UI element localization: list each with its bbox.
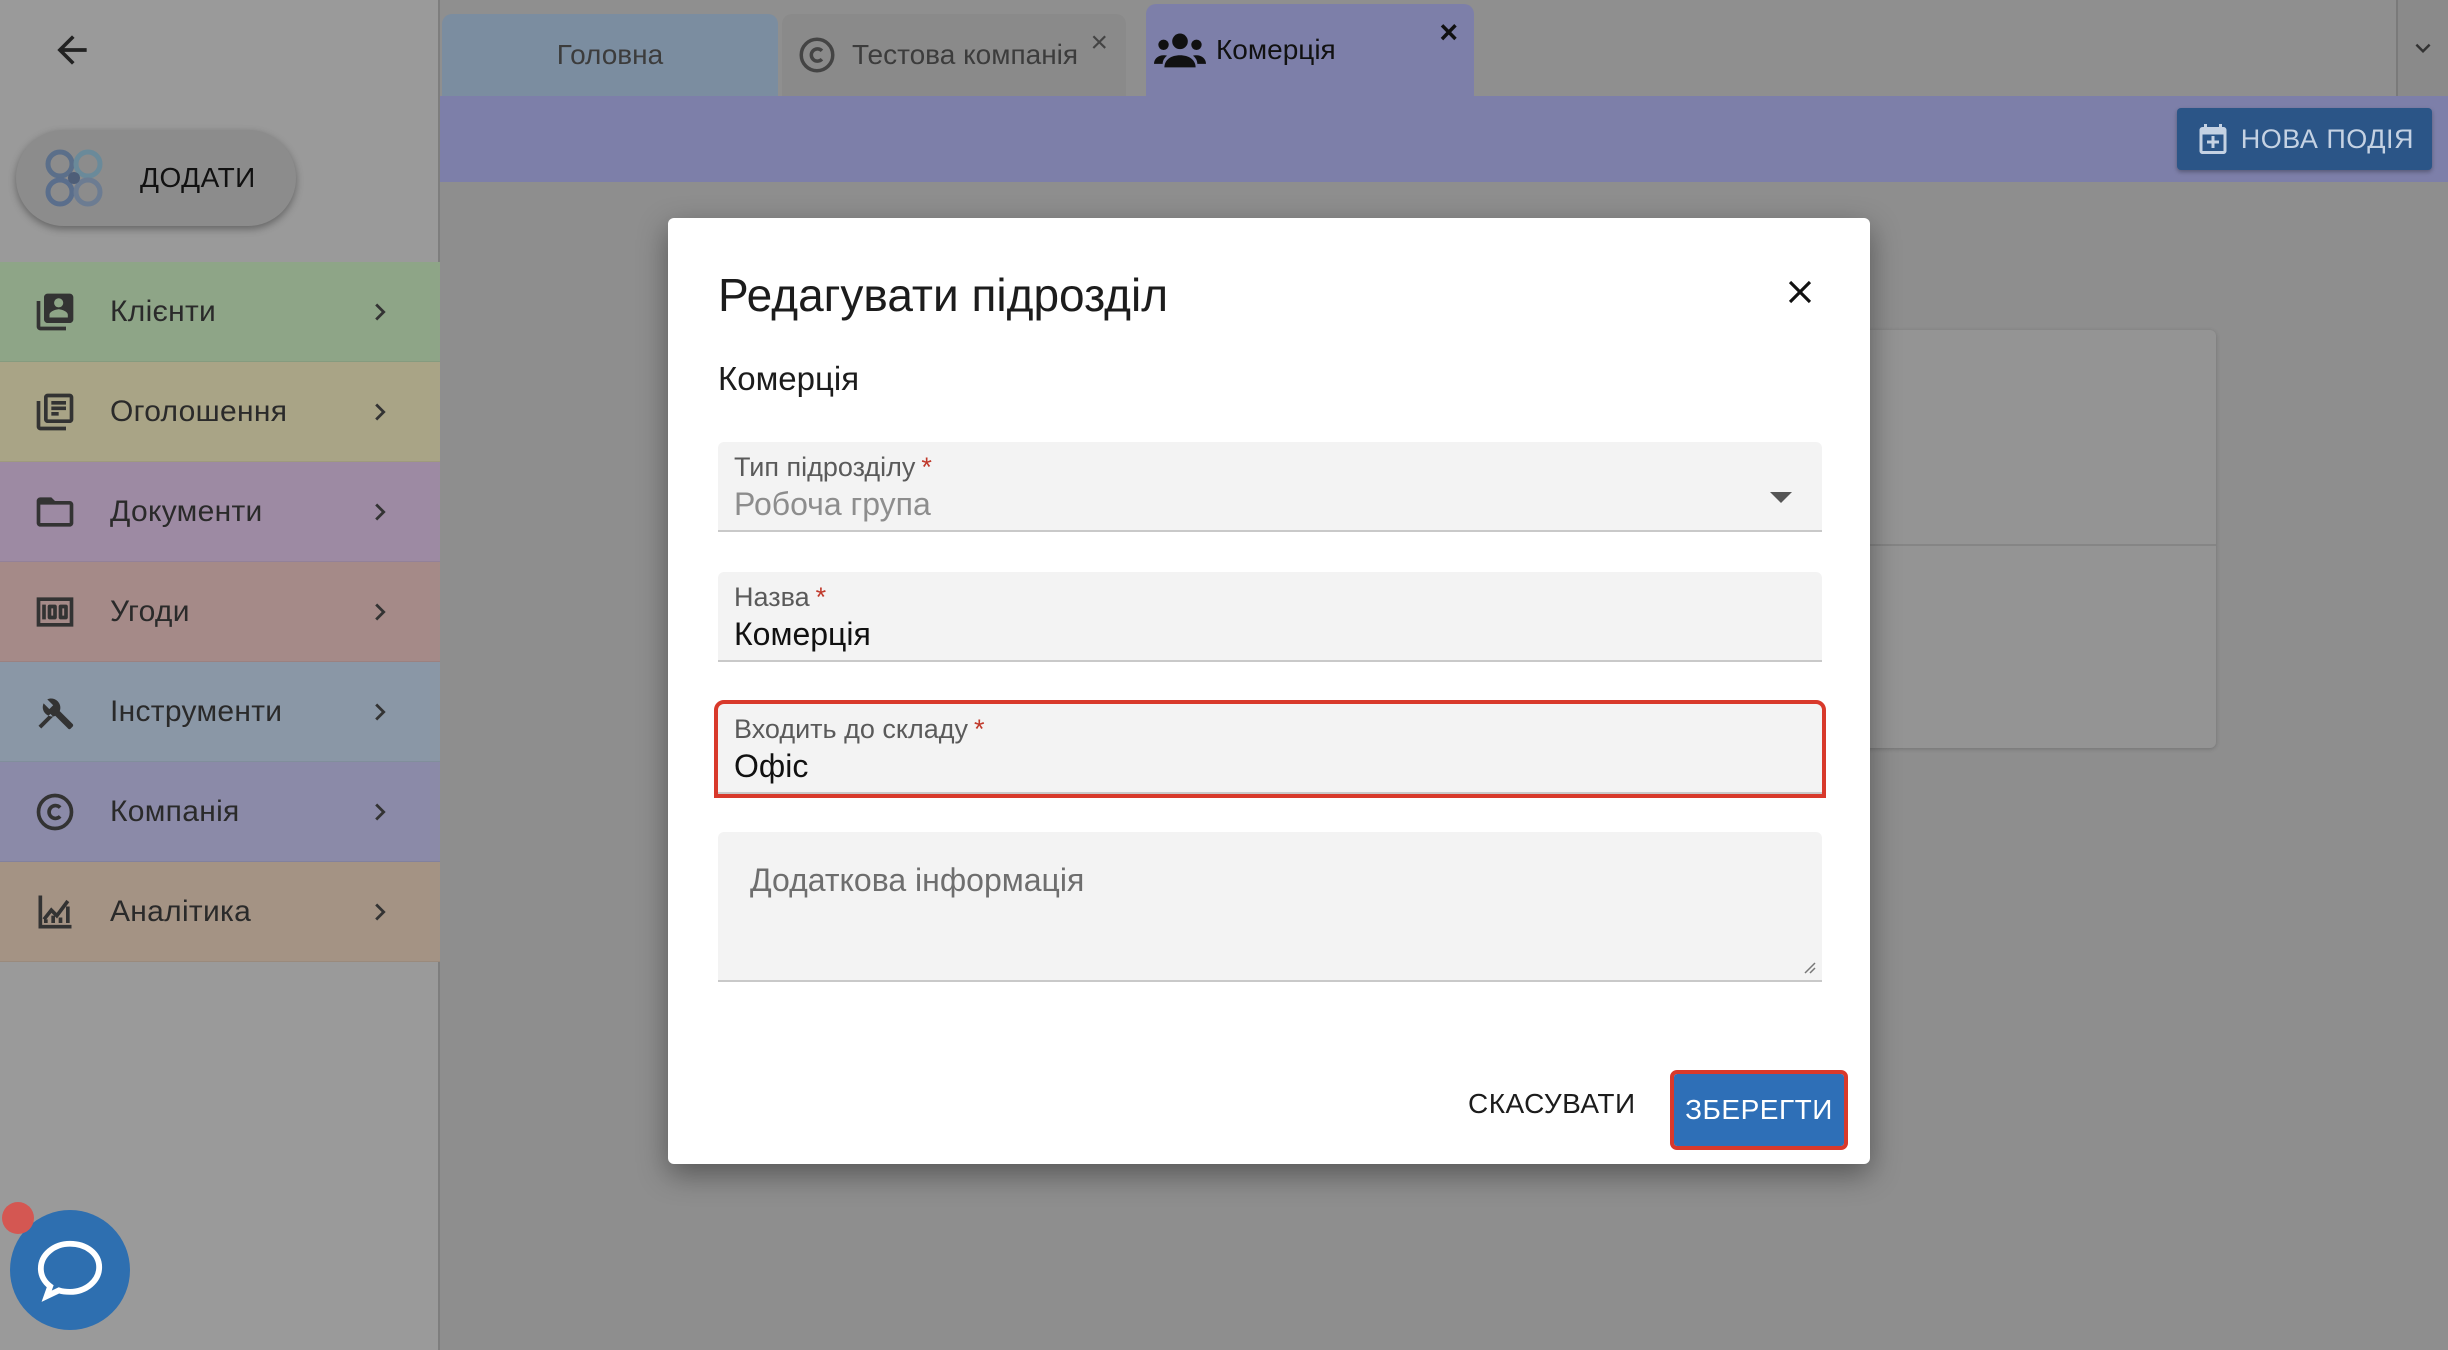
- back-button[interactable]: [44, 22, 100, 78]
- sidebar-item-label: Аналітика: [110, 894, 252, 928]
- field-label: Назва *: [734, 582, 827, 612]
- tab-test-company[interactable]: Тестова компанія ×: [782, 14, 1126, 96]
- tab-label: Комерція: [1216, 34, 1336, 65]
- app-logo-icon: [45, 149, 103, 207]
- divider: [1868, 544, 2216, 546]
- new-event-label: НОВА ПОДІЯ: [2240, 123, 2414, 154]
- cancel-button[interactable]: СКАСУВАТИ: [1468, 1080, 1636, 1128]
- additional-info-textarea[interactable]: Додаткова інформація: [718, 832, 1822, 982]
- tab-close-button[interactable]: ×: [1439, 14, 1458, 51]
- chevron-right-icon: [360, 692, 400, 732]
- sidebar-item-deals[interactable]: Угоди: [0, 562, 440, 662]
- close-icon: [1788, 280, 1812, 304]
- sidebar-item-label: Документи: [110, 494, 263, 528]
- listings-icon: [30, 387, 80, 437]
- copyright-icon: [799, 37, 835, 73]
- chevron-right-icon: [360, 892, 400, 932]
- add-button[interactable]: ДОДАТИ: [16, 130, 296, 226]
- field-placeholder: Додаткова інформація: [750, 862, 1085, 898]
- field-value: Комерція: [734, 616, 871, 652]
- sidebar-item-label: Компанія: [110, 794, 240, 828]
- contacts-icon: [30, 287, 80, 337]
- tab-bar: Головна Тестова компанія × Комерція ×: [440, 0, 2448, 96]
- sidebar-nav: Клієнти Оголошення Документи Угоди Інстр…: [0, 262, 440, 962]
- chevron-down-icon: [2415, 43, 2431, 53]
- resize-handle-icon[interactable]: [1800, 958, 1816, 974]
- money-icon: [30, 587, 80, 637]
- notification-dot: [2, 1202, 34, 1234]
- chevron-right-icon: [360, 592, 400, 632]
- required-marker: *: [974, 714, 985, 744]
- calendar-add-icon: [2199, 124, 2227, 154]
- department-type-select[interactable]: Тип підрозділу * Робоча група: [718, 442, 1822, 532]
- tab-close-button[interactable]: ×: [1090, 26, 1108, 60]
- people-icon: [1154, 33, 1206, 68]
- name-input[interactable]: Назва * Комерція: [718, 572, 1822, 662]
- parent-unit-input[interactable]: Входить до складу * Офіс: [714, 700, 1826, 798]
- sidebar-item-analytics[interactable]: Аналітика: [0, 862, 440, 962]
- tools-icon: [30, 687, 80, 737]
- chevron-right-icon: [360, 792, 400, 832]
- sidebar: ДОДАТИ Клієнти Оголошення Документи Угод…: [0, 0, 440, 1350]
- field-value: Офіс: [734, 748, 809, 784]
- chevron-right-icon: [360, 292, 400, 332]
- tab-label: Головна: [556, 39, 664, 70]
- sidebar-item-label: Угоди: [110, 594, 190, 628]
- tab-label: Тестова компанія: [852, 39, 1079, 70]
- folder-icon: [30, 487, 80, 537]
- dialog-subtitle: Комерція: [718, 360, 860, 397]
- analytics-icon: [30, 887, 80, 937]
- required-marker: *: [921, 452, 932, 482]
- chevron-right-icon: [360, 492, 400, 532]
- add-button-label: ДОДАТИ: [140, 162, 256, 193]
- copyright-icon: [30, 787, 80, 837]
- tab-commerce[interactable]: Комерція ×: [1146, 4, 1474, 96]
- sidebar-item-tools[interactable]: Інструменти: [0, 662, 440, 762]
- field-label: Входить до складу *: [734, 714, 985, 744]
- sidebar-item-company[interactable]: Компанія: [0, 762, 440, 862]
- sidebar-item-documents[interactable]: Документи: [0, 462, 440, 562]
- chat-bubble-icon: [37, 1240, 103, 1302]
- chevron-right-icon: [360, 392, 400, 432]
- sidebar-item-label: Оголошення: [110, 394, 288, 428]
- dialog-title: Редагувати підрозділ: [718, 269, 1169, 321]
- sidebar-item-listings[interactable]: Оголошення: [0, 362, 440, 462]
- field-value: Робоча група: [734, 486, 931, 522]
- tabs-dropdown-button[interactable]: [2396, 0, 2448, 96]
- arrow-left-icon: [57, 35, 87, 65]
- tab-home[interactable]: Головна: [442, 14, 778, 96]
- sidebar-item-label: Клієнти: [110, 294, 217, 328]
- sidebar-item-clients[interactable]: Клієнти: [0, 262, 440, 362]
- edit-department-dialog: Редагувати підрозділ Комерція Тип підроз…: [668, 218, 1870, 1164]
- required-marker: *: [815, 582, 827, 612]
- dialog-close-button[interactable]: [1778, 270, 1822, 314]
- new-event-button[interactable]: НОВА ПОДІЯ: [2176, 108, 2432, 170]
- module-toolbar: НОВА ПОДІЯ: [440, 96, 2448, 182]
- field-label: Тип підрозділу *: [734, 452, 932, 482]
- save-button[interactable]: ЗБЕРЕГТИ: [1670, 1070, 1848, 1150]
- sidebar-item-label: Інструменти: [110, 694, 283, 728]
- dropdown-arrow-icon: [1770, 492, 1792, 503]
